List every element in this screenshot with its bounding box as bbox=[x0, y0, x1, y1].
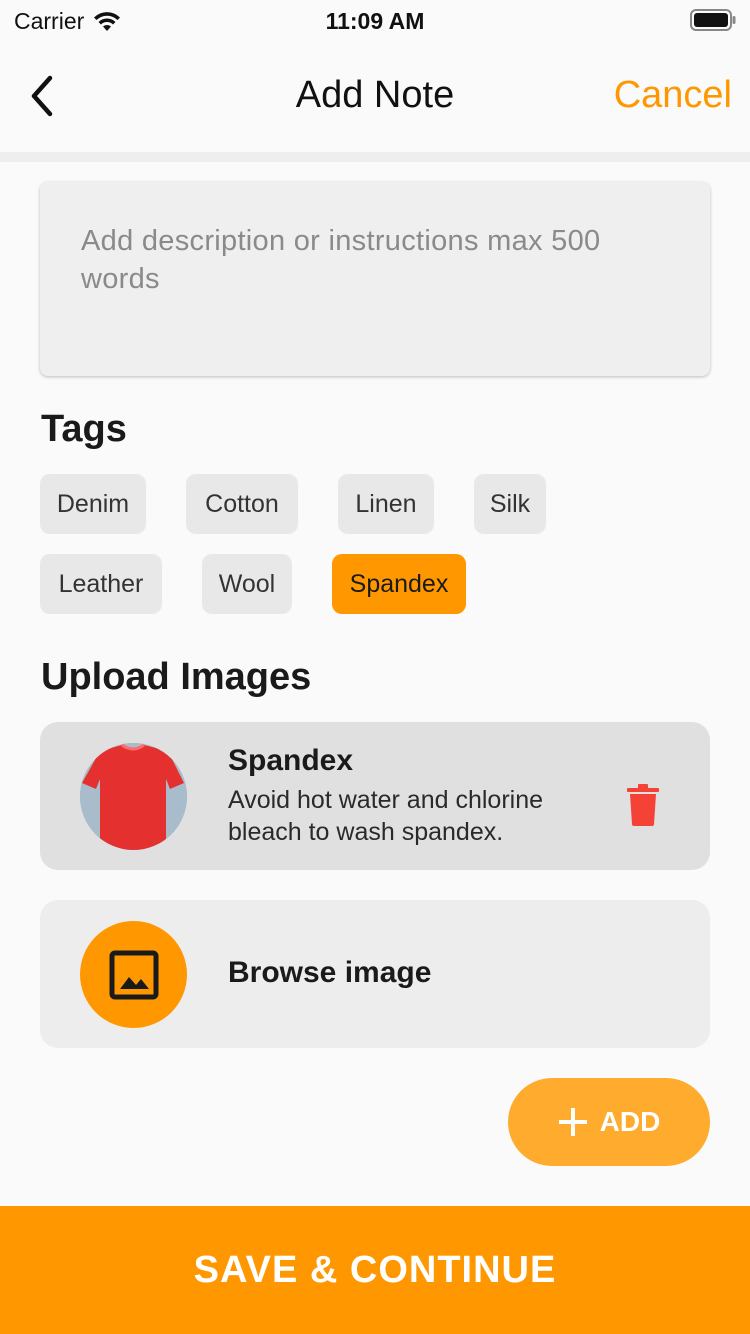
status-bar: Carrier 11:09 AM bbox=[0, 0, 750, 40]
add-button[interactable]: ADD bbox=[508, 1078, 710, 1166]
upload-images-heading: Upload Images bbox=[41, 656, 312, 698]
uploaded-image-title: Spandex bbox=[228, 744, 354, 777]
shirt-thumbnail-graphic bbox=[80, 743, 187, 850]
tags-heading: Tags bbox=[41, 408, 127, 450]
navigation-bar: Add Note Cancel bbox=[0, 40, 750, 152]
nav-divider bbox=[0, 152, 750, 162]
save-continue-label: SAVE & CONTINUE bbox=[193, 1248, 557, 1291]
tag-chip-wool[interactable]: Wool bbox=[202, 554, 292, 614]
browse-image-label: Browse image bbox=[228, 956, 432, 989]
tag-chip-cotton[interactable]: Cotton bbox=[186, 474, 298, 534]
add-note-screen: Carrier 11:09 AM Add Note Cancel Add des… bbox=[0, 0, 750, 1334]
save-continue-button[interactable]: SAVE & CONTINUE bbox=[0, 1206, 750, 1334]
add-button-label: ADD bbox=[599, 1106, 661, 1137]
tag-chip-denim[interactable]: Denim bbox=[40, 474, 146, 534]
tag-chip-leather[interactable]: Leather bbox=[40, 554, 162, 614]
battery-icon bbox=[690, 9, 736, 31]
description-input[interactable]: Add description or instructions max 500 … bbox=[40, 182, 710, 376]
uploaded-image-description: Avoid hot water and chlorine bleach to w… bbox=[228, 786, 544, 846]
cancel-button[interactable]: Cancel bbox=[614, 74, 732, 117]
plus-icon bbox=[558, 1108, 587, 1136]
clock: 11:09 AM bbox=[325, 8, 425, 34]
description-placeholder: Add description or instructions max 500 … bbox=[81, 225, 601, 295]
tag-chip-spandex[interactable]: Spandex bbox=[332, 554, 466, 614]
trash-icon[interactable] bbox=[626, 784, 660, 826]
browse-image-button[interactable] bbox=[80, 921, 187, 1028]
browse-image-card[interactable]: Browse image bbox=[40, 900, 710, 1048]
uploaded-image-thumbnail bbox=[80, 743, 187, 850]
tag-chip-linen[interactable]: Linen bbox=[338, 474, 434, 534]
uploaded-image-card[interactable]: Spandex Avoid hot water and chlorine ble… bbox=[40, 722, 710, 870]
image-icon bbox=[109, 950, 158, 999]
tag-chip-silk[interactable]: Silk bbox=[474, 474, 546, 534]
